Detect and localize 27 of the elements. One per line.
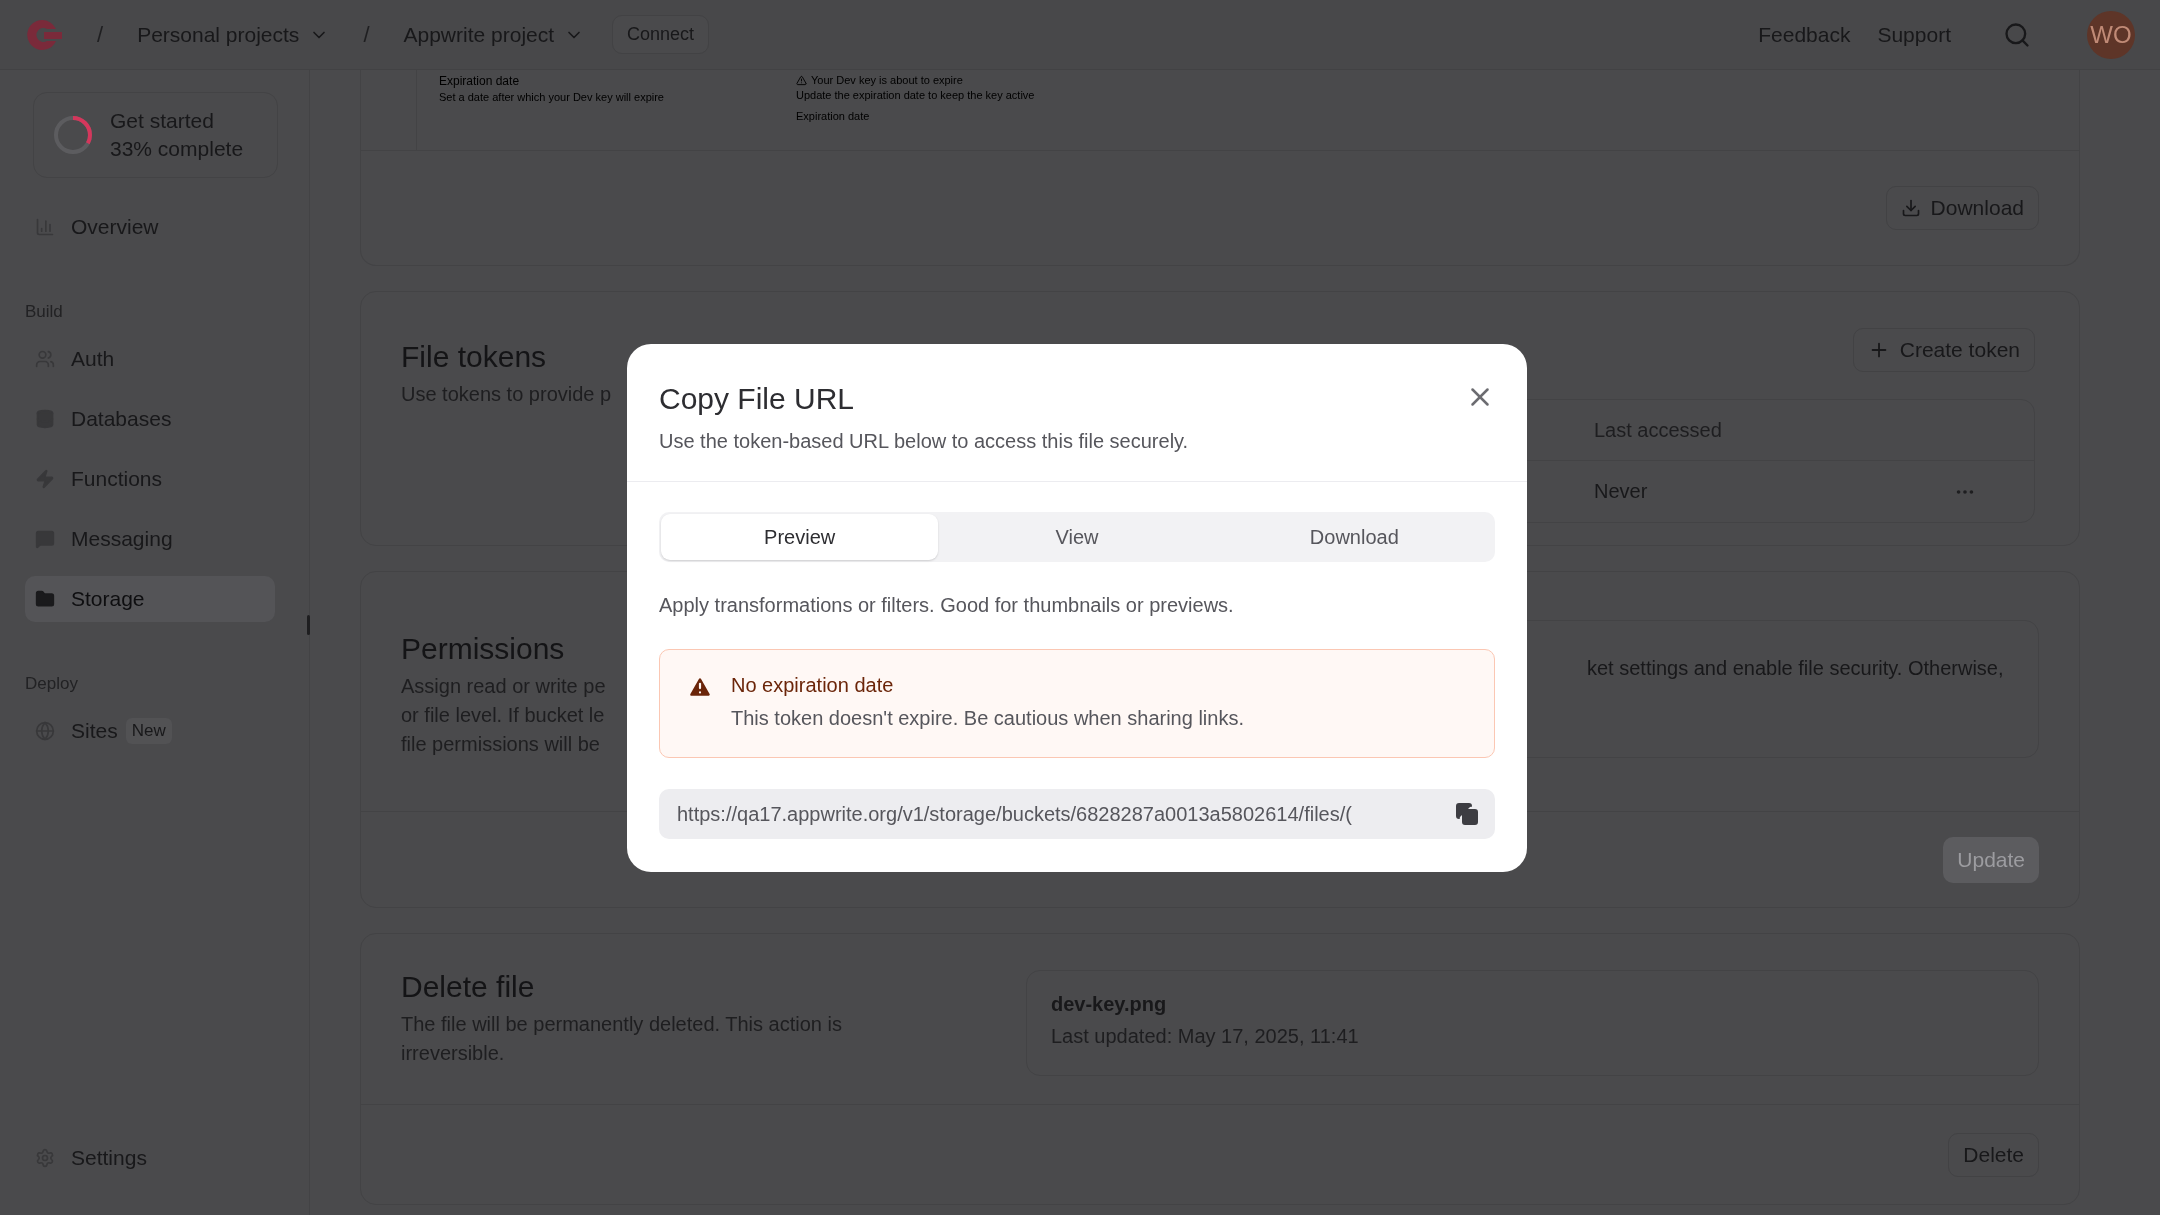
copy-button[interactable] xyxy=(1455,802,1479,826)
logo-icon[interactable] xyxy=(25,17,63,52)
tab[interactable]: Preview xyxy=(661,514,939,560)
scrollbar-thumb[interactable] xyxy=(307,615,310,635)
thumbnail-text: Expiration date xyxy=(439,74,521,88)
dialog-subtitle: Use the token-based URL below to access this file securely. xyxy=(659,430,1189,453)
search-button[interactable] xyxy=(2003,20,2031,49)
download-icon xyxy=(1900,198,1921,218)
thumbnail-text: Expiration date xyxy=(796,110,871,122)
thumbnail-text: Your Dev key is about to expire xyxy=(811,74,963,86)
thumbnail-text: Set a date after which your Dev key will expire xyxy=(439,91,664,103)
warning-icon xyxy=(796,74,807,86)
progress-ring xyxy=(52,114,94,156)
tab[interactable]: View xyxy=(938,514,1216,560)
dialog-title: Copy File URL xyxy=(659,382,856,416)
tab-description: Apply transformations or filters. Good for thumbnails or previews. xyxy=(659,594,1235,617)
folder-icon xyxy=(35,589,55,609)
url-field[interactable]: https://qa17.appwrite.org/v1/storage/buckets/6828287a0013a5802614/files/( xyxy=(659,789,1495,839)
copy-icon xyxy=(1455,802,1479,826)
breadcrumb-separator: / xyxy=(97,21,104,48)
new-badge: New xyxy=(125,718,172,744)
sidebar-item[interactable]: Storage xyxy=(25,576,275,622)
breadcrumb-separator: / xyxy=(363,21,370,48)
alert-title: No expiration date xyxy=(731,674,895,697)
user-avatar[interactable]: WO xyxy=(2087,10,2135,59)
tab[interactable]: Download xyxy=(1215,514,1493,560)
thumbnail-text: Update the expiration date to keep the key active xyxy=(796,89,1035,101)
